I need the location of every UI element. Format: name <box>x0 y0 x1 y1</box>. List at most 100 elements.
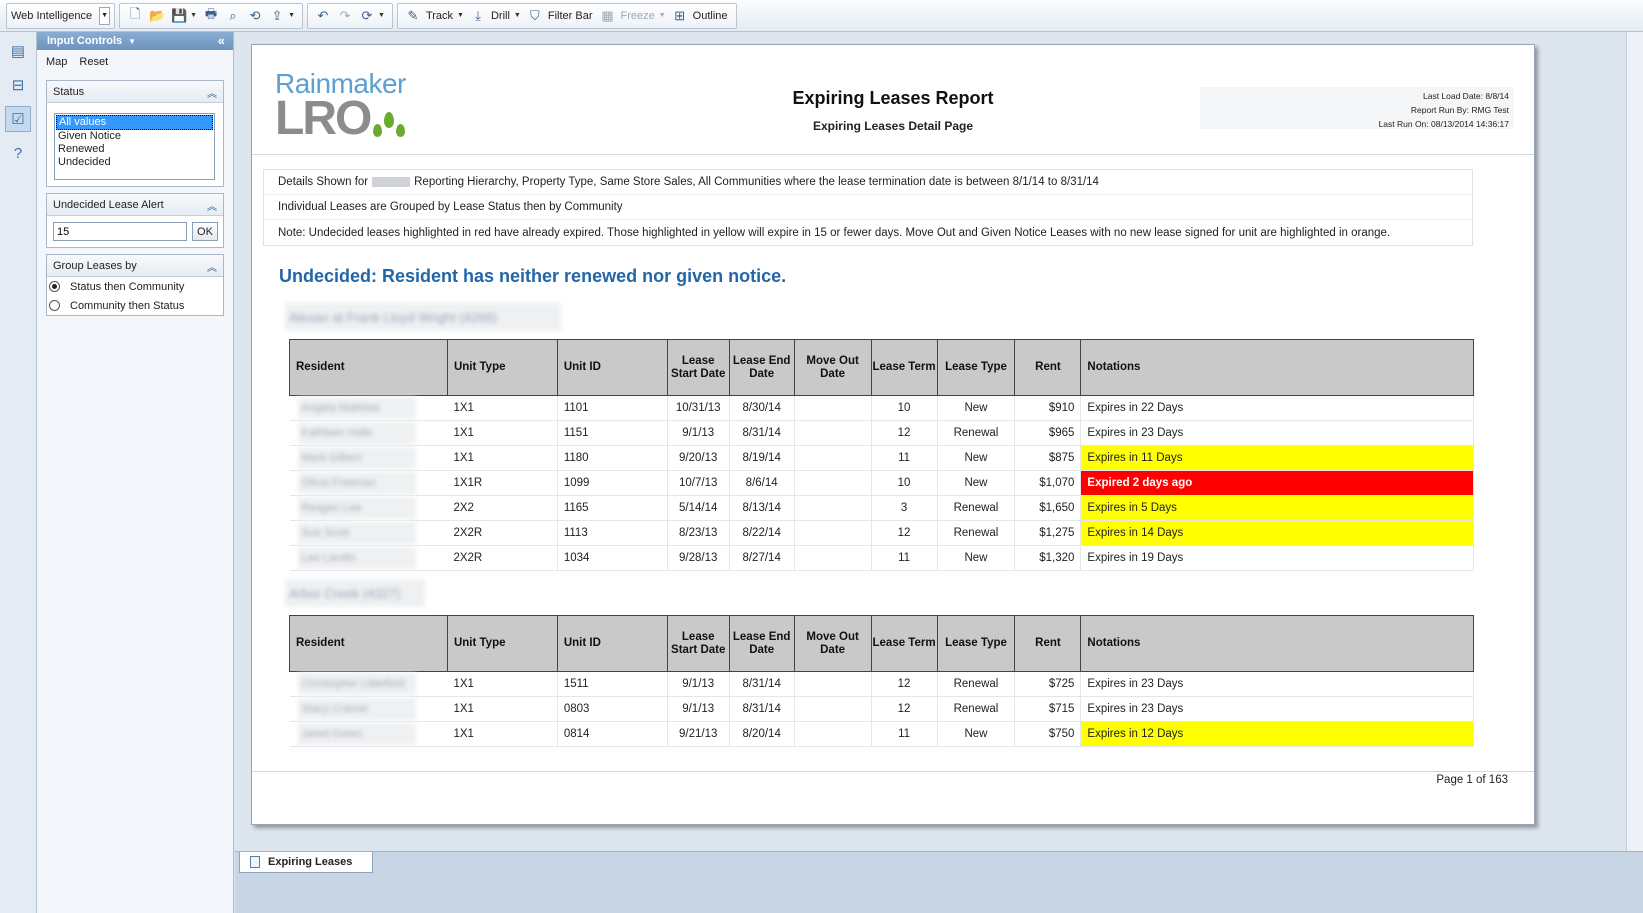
navigation-map-icon[interactable]: ⊟ <box>5 72 31 98</box>
side-rail: ▤ ⊟ ☑ ? <box>0 32 37 913</box>
unit-type-cell: 1X1 <box>447 445 558 471</box>
refresh-dropdown-icon[interactable]: ▼ <box>378 12 385 19</box>
open-folder-icon[interactable]: 📂 <box>147 6 167 26</box>
collapse-panel-icon[interactable]: « <box>218 33 225 48</box>
resident-name-redacted: Olivia Freeman <box>297 472 416 494</box>
vertical-scrollbar[interactable] <box>1626 32 1643 851</box>
save-dropdown-icon[interactable]: ▼ <box>190 12 197 19</box>
status-listbox[interactable]: All values Given Notice Renewed Undecide… <box>54 113 215 180</box>
end-cell: 8/27/14 <box>729 545 795 571</box>
unit-type-cell: 1X1R <box>447 470 558 496</box>
type-cell: New <box>937 395 1016 421</box>
details-suffix: Reporting Hierarchy, Property Type, Same… <box>414 176 1099 188</box>
community-heading: Arbor Creek (4327) <box>285 579 425 607</box>
freeze-icon[interactable]: ▦ <box>597 6 617 26</box>
app-name-label[interactable]: Web Intelligence <box>11 10 96 22</box>
print-icon[interactable]: 🖶 <box>201 6 221 26</box>
column-header-notations: Notations <box>1080 615 1474 672</box>
tab-expiring-leases[interactable]: Expiring Leases <box>239 852 373 873</box>
term-cell: 11 <box>871 445 938 471</box>
resident-cell: Mark Gilbert <box>289 445 448 471</box>
map-link[interactable]: Map <box>46 56 67 68</box>
drill-icon[interactable]: ⤓ <box>468 6 488 26</box>
status-option[interactable]: Renewed <box>56 143 213 156</box>
column-header-lease-end: Lease End Date <box>728 615 795 672</box>
group-option-status-community[interactable]: Status then Community <box>47 277 223 296</box>
freeze-button[interactable]: Freeze <box>620 10 654 22</box>
term-cell: 10 <box>871 470 938 496</box>
drill-button[interactable]: Drill <box>491 10 510 22</box>
end-cell: 8/31/14 <box>729 671 795 697</box>
note-cell: Expired 2 days ago <box>1080 470 1474 496</box>
collapse-up-icon[interactable]: ︽ <box>207 259 217 274</box>
refresh-icon[interactable]: ⟳ <box>357 6 377 26</box>
drill-dropdown-icon[interactable]: ▼ <box>514 12 521 19</box>
outline-icon[interactable]: ⊞ <box>670 6 690 26</box>
document-summary-icon[interactable]: ▤ <box>5 38 31 64</box>
outline-button[interactable]: Outline <box>693 10 728 22</box>
save-icon[interactable]: 💾 <box>169 6 189 26</box>
end-cell: 8/30/14 <box>729 395 795 421</box>
help-icon[interactable]: ? <box>5 140 31 166</box>
unit-id-cell: 1180 <box>557 445 668 471</box>
rent-cell: $725 <box>1014 671 1082 697</box>
column-header-notations: Notations <box>1080 339 1474 396</box>
table-row: Mark Gilbert 1X1 1180 9/20/13 8/19/14 11 New $8… <box>289 445 1474 471</box>
column-header-lease-type: Lease Type <box>936 615 1016 672</box>
radio-selected-icon[interactable] <box>49 281 60 292</box>
group-by-header[interactable]: Group Leases by ︽ <box>47 255 223 277</box>
unit-id-cell: 1099 <box>557 470 668 496</box>
status-control-header[interactable]: Status ︽ <box>47 81 223 103</box>
unit-id-cell: 0803 <box>557 696 668 722</box>
lease-alert-row: OK <box>47 216 223 247</box>
resident-name-redacted: Angela Mathilas <box>297 397 416 419</box>
find-icon[interactable]: ⌕ <box>223 6 243 26</box>
table-row: Kathleen Halls 1X1 1151 9/1/13 8/31/14 12 Rene… <box>289 420 1474 446</box>
term-cell: 12 <box>871 520 938 546</box>
resident-cell: Olivia Freeman <box>289 470 448 496</box>
track-dropdown-icon[interactable]: ▼ <box>457 12 464 19</box>
freeze-dropdown-icon[interactable]: ▼ <box>659 12 666 19</box>
column-header-rent: Rent <box>1014 339 1082 396</box>
table-row: Stacy Cramer 1X1 0803 9/1/13 8/31/14 12 Renewa… <box>289 696 1474 722</box>
lease-alert-header[interactable]: Undecided Lease Alert ︽ <box>47 194 223 216</box>
type-cell: Renewal <box>937 671 1016 697</box>
resident-cell: Christopher Littlefield <box>289 671 448 697</box>
status-option[interactable]: Undecided <box>56 156 213 169</box>
reset-link[interactable]: Reset <box>79 56 108 68</box>
leases-table: Resident Unit Type Unit ID Lease Start Date… <box>289 339 1474 571</box>
ok-button[interactable]: OK <box>192 222 218 241</box>
filter-bar-icon[interactable]: ⛉ <box>525 6 545 26</box>
new-document-icon[interactable]: 🗋 <box>125 6 145 26</box>
table-body: Christopher Littlefield 1X1 1511 9/1/13 8/31… <box>289 671 1474 747</box>
collapse-up-icon[interactable]: ︽ <box>207 85 217 100</box>
group-option-community-status[interactable]: Community then Status <box>47 296 223 315</box>
last-run-on: Last Run On: 08/13/2014 14:36:17 <box>1378 119 1509 129</box>
rent-cell: $965 <box>1014 420 1082 446</box>
input-controls-icon[interactable]: ☑ <box>5 106 31 132</box>
export-icon[interactable]: ⇪ <box>267 6 287 26</box>
collapse-up-icon[interactable]: ︽ <box>207 198 217 213</box>
lease-alert-input[interactable] <box>53 222 187 241</box>
group-by-control: Group Leases by ︽ Status then Community … <box>46 254 224 316</box>
app-menu-dropdown[interactable]: ▼ <box>99 6 111 25</box>
table-header: Resident Unit Type Unit ID Lease Start Date… <box>289 339 1474 396</box>
note-cell: Expires in 11 Days <box>1080 445 1474 471</box>
column-header-lease-start: Lease Start Date <box>666 615 730 672</box>
history-icon[interactable]: ⟲ <box>245 6 265 26</box>
rent-cell: $750 <box>1014 721 1082 747</box>
resident-cell: Reagan Lee <box>289 495 448 521</box>
status-option[interactable]: Given Notice <box>56 130 213 143</box>
filter-bar-button[interactable]: Filter Bar <box>548 10 593 22</box>
panel-menu-icon[interactable]: ▼ <box>128 37 136 46</box>
details-prefix: Details Shown for <box>278 176 369 188</box>
export-dropdown-icon[interactable]: ▼ <box>288 12 295 19</box>
redo-icon[interactable]: ↷ <box>335 6 355 26</box>
radio-unselected-icon[interactable] <box>49 300 60 311</box>
track-icon[interactable]: ✎ <box>403 6 423 26</box>
track-button[interactable]: Track <box>426 10 453 22</box>
column-header-lease-type: Lease Type <box>936 339 1016 396</box>
status-option[interactable]: All values <box>56 115 213 130</box>
edit-tools-group: ↶ ↷ ⟳ ▼ <box>307 2 393 29</box>
undo-icon[interactable]: ↶ <box>313 6 333 26</box>
